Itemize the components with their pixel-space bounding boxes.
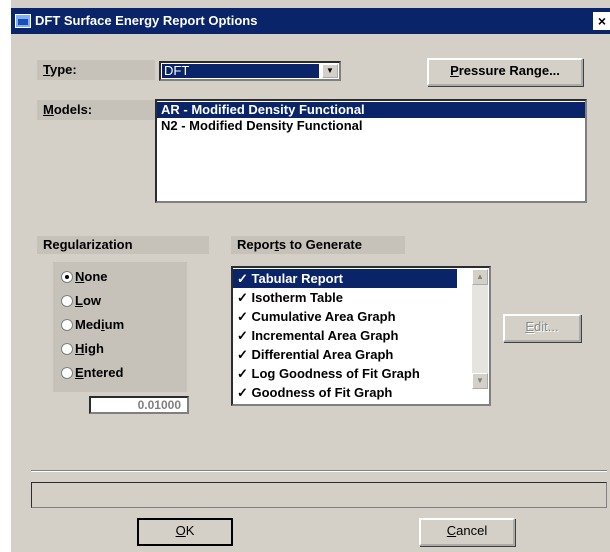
cancel-button[interactable]: Cancel [419,518,515,546]
report-item[interactable]: ✓ Goodness of Fit Graph [233,383,489,402]
model-item[interactable]: AR - Modified Density Functional [157,102,585,118]
pressure-rest: ressure Range... [458,63,560,78]
reports-title-prefix: Repor [237,237,275,252]
report-item[interactable]: ✓ Incremental Area Graph [233,326,489,345]
report-item[interactable]: ✓ Differential Area Graph [233,345,489,364]
status-bar [31,482,607,508]
edit-rest: dit... [534,319,559,334]
type-label-accel: T [43,62,50,77]
title-bar: DFT Surface Energy Report Options × [11,8,610,34]
models-list[interactable]: AR - Modified Density Functional N2 - Mo… [155,99,587,203]
radio-low-accel: L [75,293,83,308]
radio-high[interactable]: High [61,340,104,358]
radio-low-rest: ow [82,293,102,308]
reports-scrollbar[interactable]: ▲ ▼ [472,269,488,389]
reports-title-rest: s to Generate [278,237,362,252]
regularization-title: Regularization [37,236,209,254]
edit-button[interactable]: Edit... [503,314,581,342]
models-label-rest: odels: [53,102,93,117]
radio-none-rest: one [84,269,108,284]
reports-title: Reports to Generate [231,236,405,254]
report-options-dialog: DFT Surface Energy Report Options × Type… [10,0,610,552]
report-item[interactable]: ✓ Isotherm Table [233,288,489,307]
edit-accel: E [525,319,535,334]
radio-high-rest: igh [84,341,104,356]
report-item[interactable]: ✓ Cumulative Area Graph [233,307,489,326]
radio-none-accel: N [75,269,85,284]
radio-high-accel: H [75,341,85,356]
separator [31,470,607,472]
ok-button[interactable]: OK [137,518,233,546]
radio-medium-prefix: Med [75,317,101,332]
cancel-rest: ancel [456,523,488,538]
model-item[interactable]: N2 - Modified Density Functional [157,118,585,134]
pressure-range-button[interactable]: Pressure Range... [427,58,583,86]
radio-icon[interactable] [61,342,73,355]
scroll-up-icon[interactable]: ▲ [472,269,488,285]
radio-entered-accel: E [75,365,84,380]
radio-medium-rest: um [104,317,125,332]
cancel-accel: C [446,523,457,538]
report-item[interactable]: ✓ Tabular Report [233,269,457,288]
radio-none[interactable]: None [61,268,108,286]
radio-icon[interactable] [61,318,73,331]
radio-entered-rest: ntered [83,365,124,380]
radio-selected-icon[interactable] [61,270,73,283]
radio-icon[interactable] [61,366,73,379]
radio-entered[interactable]: Entered [61,364,123,382]
type-select[interactable]: DFT ▼ [159,61,341,81]
scroll-down-icon[interactable]: ▼ [472,373,488,389]
radio-low[interactable]: Low [61,292,101,310]
pressure-accel: P [450,63,459,78]
window-title: DFT Surface Energy Report Options [35,13,258,28]
type-select-value: DFT [162,64,319,78]
radio-medium[interactable]: Medium [61,316,124,334]
report-item[interactable]: ✓ Log Goodness of Fit Graph [233,364,489,383]
models-label: Models: [37,100,155,120]
chevron-down-icon[interactable]: ▼ [322,64,338,78]
close-button[interactable]: × [593,12,610,30]
reports-list[interactable]: ✓ Tabular Report ✓ Isotherm Table ✓ Cumu… [231,266,491,406]
type-label-rest: ype: [49,62,77,77]
radio-icon[interactable] [61,294,73,307]
type-label: Type: [37,60,155,80]
ok-rest: K [185,523,195,538]
window-icon [15,14,31,28]
models-label-accel: M [43,102,54,117]
entered-value-field: 0.01000 [89,396,189,414]
regularization-panel: None Low Medium High Entered [53,262,187,392]
ok-accel: O [175,523,186,538]
